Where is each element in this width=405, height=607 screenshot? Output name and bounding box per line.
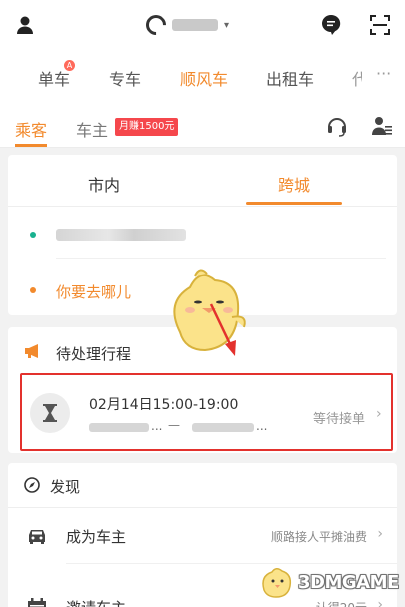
tab-taxi[interactable]: 出租车 bbox=[266, 66, 314, 90]
chevron-right-icon: › bbox=[376, 406, 382, 422]
megaphone-icon bbox=[25, 344, 38, 358]
bike-badge: A bbox=[64, 60, 75, 71]
become-driver-hint: 顺路接人平摊油费 bbox=[270, 530, 367, 544]
logo[interactable]: ▾ bbox=[141, 10, 230, 40]
tab-driver[interactable]: 车主 bbox=[76, 117, 108, 141]
trip-origin-blurred bbox=[89, 423, 149, 432]
hourglass-icon-wrapper bbox=[30, 393, 70, 433]
pending-trip-item[interactable]: 02月14日15:00-19:00 ... — ... 等待接单 › bbox=[20, 373, 393, 451]
city-name-blurred bbox=[172, 19, 218, 31]
destination-dot-icon bbox=[30, 287, 36, 293]
tab-intercity[interactable]: 跨城 bbox=[278, 172, 310, 196]
divider bbox=[56, 258, 386, 259]
more-tabs-button[interactable]: ··· bbox=[376, 64, 391, 83]
active-role-underline bbox=[15, 144, 47, 147]
tab-intracity[interactable]: 市内 bbox=[88, 172, 120, 196]
trip-destination-ellipsis: ... bbox=[256, 419, 268, 433]
trip-destination-blurred bbox=[192, 423, 254, 432]
pointer-arrow-icon bbox=[209, 303, 236, 356]
origin-field-blurred[interactable] bbox=[56, 229, 186, 241]
user-icon[interactable] bbox=[14, 14, 36, 36]
tab-cutoff[interactable]: 代 bbox=[352, 66, 362, 90]
become-driver-row[interactable]: 成为车主 顺路接人平摊油费 › bbox=[8, 508, 397, 564]
divider bbox=[8, 206, 397, 207]
trip-time: 02月14日15:00-19:00 bbox=[89, 397, 239, 413]
customer-service-icon[interactable] bbox=[326, 115, 348, 137]
start-dot-icon bbox=[30, 232, 36, 238]
car-icon bbox=[29, 530, 45, 544]
tab-premier[interactable]: 专车 bbox=[109, 66, 141, 90]
hourglass-icon bbox=[43, 404, 57, 422]
watermark-chick-icon bbox=[262, 568, 292, 598]
trip-status: 等待接单 bbox=[313, 412, 366, 427]
discover-title: 发现 bbox=[50, 478, 81, 496]
invite-driver-label: 邀请车主 bbox=[66, 597, 126, 607]
destination-input[interactable]: 你要去哪儿 bbox=[56, 281, 131, 302]
calendar-icon bbox=[28, 598, 46, 607]
watermark: 3DMGAME bbox=[258, 562, 399, 602]
trip-arrow: — bbox=[168, 418, 180, 432]
compass-icon bbox=[24, 477, 40, 493]
promo-badge[interactable]: 月赚1500元 bbox=[115, 118, 179, 136]
trip-origin-ellipsis: ... bbox=[151, 419, 163, 433]
tab-hitch[interactable]: 顺风车 bbox=[180, 66, 228, 90]
scan-icon[interactable] bbox=[369, 14, 391, 36]
pending-title: 待处理行程 bbox=[56, 345, 132, 363]
tab-passenger[interactable]: 乘客 bbox=[15, 117, 47, 141]
active-route-underline bbox=[246, 202, 342, 205]
service-tabs: 单车 A 专车 顺风车 出租车 代 ··· bbox=[0, 52, 405, 102]
watermark-text: 3DMGAME bbox=[298, 571, 399, 593]
become-driver-label: 成为车主 bbox=[66, 528, 127, 546]
role-tabs: 乘客 车主 月赚1500元 bbox=[0, 102, 405, 148]
didi-logo-icon bbox=[141, 10, 171, 40]
chat-icon[interactable] bbox=[320, 13, 342, 35]
chevron-right-icon: › bbox=[377, 526, 383, 542]
passenger-profile-icon[interactable] bbox=[371, 115, 393, 137]
top-bar: ▾ bbox=[0, 0, 405, 52]
chevron-down-icon: ▾ bbox=[224, 19, 230, 31]
